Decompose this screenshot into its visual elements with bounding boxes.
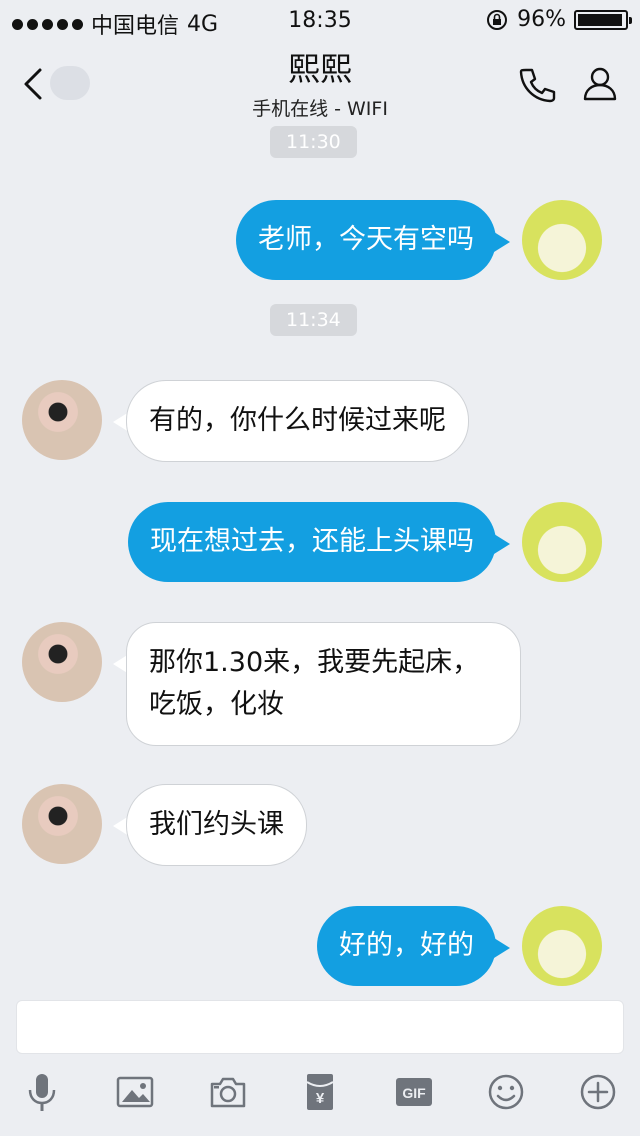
incoming-message-bubble[interactable]: 那你1.30来，我要先起床，吃饭，化妆 bbox=[126, 622, 521, 746]
incoming-message-bubble[interactable]: 有的，你什么时候过来呢 bbox=[126, 380, 469, 462]
outgoing-message-bubble[interactable]: 老师，今天有空吗 bbox=[236, 200, 496, 280]
plus-icon[interactable] bbox=[576, 1070, 620, 1114]
phone-icon[interactable] bbox=[516, 64, 556, 104]
contact-avatar[interactable] bbox=[22, 380, 102, 460]
status-bar: 中国电信 4G 18:35 96% bbox=[0, 0, 640, 40]
message-input[interactable] bbox=[16, 1000, 624, 1054]
image-icon[interactable] bbox=[113, 1070, 157, 1114]
battery-percent: 96% bbox=[517, 7, 566, 32]
person-icon[interactable] bbox=[580, 64, 620, 104]
rotation-lock-icon bbox=[487, 9, 508, 30]
gif-label: GIF bbox=[402, 1085, 426, 1101]
red-packet-icon[interactable]: ¥ bbox=[298, 1070, 342, 1114]
outgoing-message-bubble[interactable]: 现在想过去，还能上头课吗 bbox=[128, 502, 496, 582]
gif-icon[interactable]: GIF bbox=[392, 1070, 436, 1114]
my-avatar[interactable] bbox=[522, 200, 602, 280]
composer-toolbar: ¥ GIF bbox=[0, 1070, 640, 1120]
composer: ¥ GIF bbox=[0, 990, 640, 1136]
microphone-icon[interactable] bbox=[20, 1070, 64, 1114]
outgoing-message-bubble[interactable]: 好的，好的 bbox=[317, 906, 496, 986]
contact-avatar[interactable] bbox=[22, 784, 102, 864]
my-avatar[interactable] bbox=[522, 906, 602, 986]
contact-avatar[interactable] bbox=[22, 622, 102, 702]
incoming-message-bubble[interactable]: 我们约头课 bbox=[126, 784, 307, 866]
battery-icon bbox=[574, 9, 632, 30]
timestamp-chip: 11:34 bbox=[270, 304, 357, 336]
timestamp-chip: 11:30 bbox=[270, 126, 357, 158]
chat-header: 熙熙 手机在线 - WIFI bbox=[0, 40, 640, 126]
bubble-tail bbox=[494, 232, 510, 252]
my-avatar[interactable] bbox=[522, 502, 602, 582]
camera-icon[interactable] bbox=[206, 1070, 250, 1114]
emoji-icon[interactable] bbox=[484, 1070, 528, 1114]
bubble-tail bbox=[494, 534, 510, 554]
bubble-tail bbox=[494, 938, 510, 958]
red-packet-symbol: ¥ bbox=[316, 1090, 325, 1107]
